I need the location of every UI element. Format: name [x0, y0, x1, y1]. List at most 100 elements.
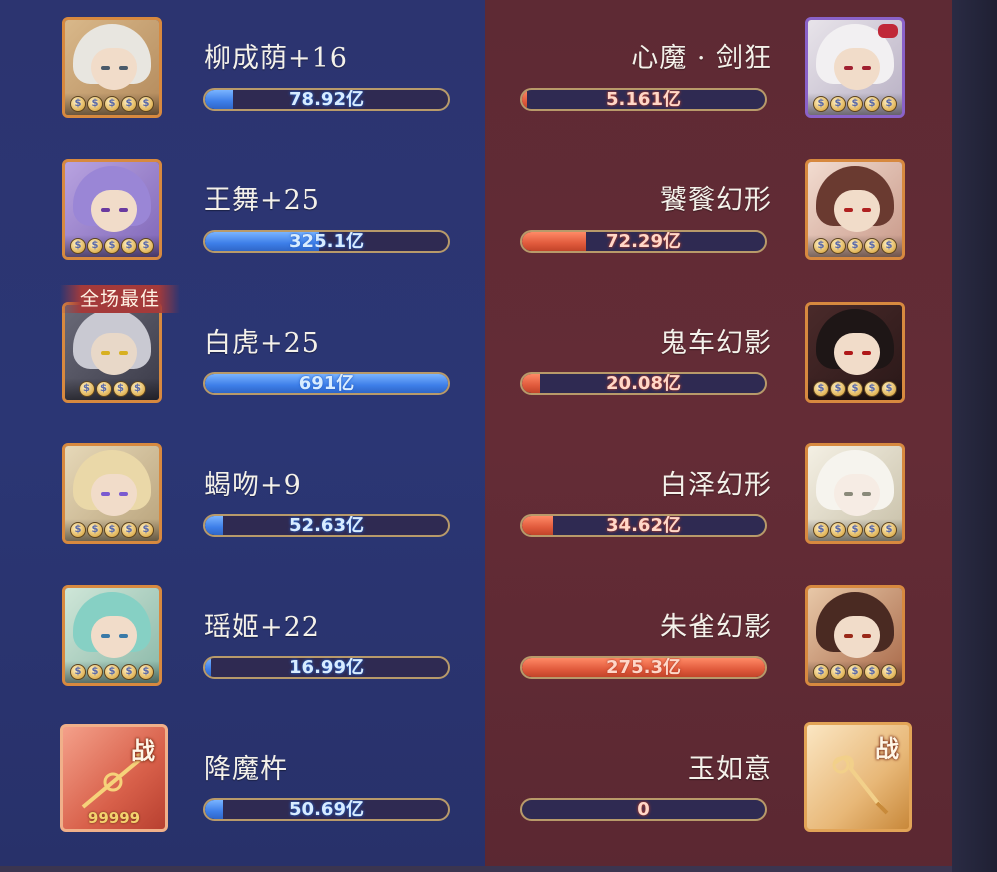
- mvp-badge: 全场最佳: [60, 285, 180, 313]
- star-icon: $: [813, 381, 829, 397]
- star-icon: $: [104, 664, 120, 680]
- damage-bar: 72.29亿: [520, 230, 767, 253]
- weapon-name: 降魔杵: [204, 754, 288, 785]
- damage-bar: 275.3亿: [520, 656, 767, 679]
- damage-value: 34.62亿: [606, 515, 681, 536]
- star-row: $ $ $ $ $: [65, 519, 159, 541]
- hero-name: 蝎吻+9: [204, 470, 302, 501]
- star-icon: $: [864, 522, 880, 538]
- damage-value: 52.63亿: [289, 515, 364, 536]
- star-icon: $: [881, 522, 897, 538]
- star-icon: $: [881, 381, 897, 397]
- star-icon: $: [70, 522, 86, 538]
- star-row: $ $ $ $ $: [65, 661, 159, 683]
- star-icon: $: [847, 96, 863, 112]
- star-icon: $: [70, 664, 86, 680]
- hero-portrait-left-3[interactable]: $ $ $ $ $: [62, 443, 162, 544]
- star-icon: $: [813, 238, 829, 254]
- damage-bar: 325.1亿: [203, 230, 450, 253]
- star-icon: $: [138, 238, 154, 254]
- enemy-name: 白泽幻形: [660, 470, 772, 501]
- star-row: $ $ $ $: [65, 378, 159, 400]
- star-icon: $: [70, 96, 86, 112]
- enemy-name: 饕餮幻形: [660, 185, 772, 216]
- star-icon: $: [138, 522, 154, 538]
- damage-value: 0: [637, 799, 650, 820]
- enemy-name: 朱雀幻影: [660, 612, 772, 643]
- star-icon: $: [95, 381, 112, 397]
- damage-value: 16.99亿: [289, 657, 364, 678]
- battle-badge: 战: [131, 736, 155, 765]
- hero-portrait-left-2[interactable]: $ $ $ $: [62, 302, 162, 403]
- hero-name: 瑶姬+22: [204, 612, 320, 643]
- damage-value: 691亿: [298, 373, 355, 394]
- enemy-portrait-0[interactable]: $ $ $ $ $: [805, 17, 905, 118]
- star-row: $ $ $ $ $: [65, 93, 159, 115]
- edge-strip: [952, 0, 997, 872]
- star-row: $ $ $ $ $: [808, 519, 902, 541]
- star-icon: $: [121, 238, 137, 254]
- damage-bar: 78.92亿: [203, 88, 450, 111]
- star-icon: $: [847, 238, 863, 254]
- flower-ornament: [878, 24, 898, 38]
- star-icon: $: [138, 96, 154, 112]
- star-icon: $: [104, 96, 120, 112]
- enemy-name: 鬼车幻影: [660, 328, 772, 359]
- battle-badge: 战: [875, 734, 899, 763]
- star-icon: $: [87, 238, 103, 254]
- star-row: $ $ $ $ $: [808, 378, 902, 400]
- enemy-portrait-2[interactable]: $ $ $ $ $: [805, 302, 905, 403]
- star-icon: $: [78, 381, 95, 397]
- hero-portrait-left-4[interactable]: $ $ $ $ $: [62, 585, 162, 686]
- star-icon: $: [112, 381, 129, 397]
- weapon-portrait-left[interactable]: 战 99999: [60, 724, 168, 832]
- bottom-divider: [0, 866, 952, 872]
- star-icon: $: [864, 238, 880, 254]
- star-icon: $: [121, 96, 137, 112]
- star-icon: $: [813, 664, 829, 680]
- damage-value: 275.3亿: [606, 657, 681, 678]
- enemy-portrait-3[interactable]: $ $ $ $ $: [805, 443, 905, 544]
- enemy-portrait-4[interactable]: $ $ $ $ $: [805, 585, 905, 686]
- damage-bar: 52.63亿: [203, 514, 450, 537]
- star-icon: $: [70, 238, 86, 254]
- damage-bar: 0: [520, 798, 767, 821]
- star-icon: $: [138, 664, 154, 680]
- enemy-portrait-1[interactable]: $ $ $ $ $: [805, 159, 905, 260]
- damage-bar: 34.62亿: [520, 514, 767, 537]
- star-icon: $: [847, 522, 863, 538]
- star-icon: $: [864, 381, 880, 397]
- star-row: $ $ $ $ $: [808, 93, 902, 115]
- star-icon: $: [830, 522, 846, 538]
- star-icon: $: [104, 238, 120, 254]
- star-icon: $: [864, 664, 880, 680]
- enemy-name: 心魔 · 剑狂: [631, 43, 772, 74]
- hero-name: 王舞+25: [204, 185, 320, 216]
- damage-bar: 20.08亿: [520, 372, 767, 395]
- hero-name: 柳成荫+16: [204, 43, 348, 74]
- star-icon: $: [881, 238, 897, 254]
- hero-portrait-left-1[interactable]: $ $ $ $ $: [62, 159, 162, 260]
- star-icon: $: [830, 381, 846, 397]
- star-icon: $: [121, 664, 137, 680]
- damage-bar: 5.161亿: [520, 88, 767, 111]
- damage-value: 50.69亿: [289, 799, 364, 820]
- star-icon: $: [830, 96, 846, 112]
- weapon-level: 99999: [87, 809, 141, 827]
- weapon-name: 玉如意: [688, 754, 772, 785]
- damage-value: 20.08亿: [606, 373, 681, 394]
- star-icon: $: [864, 96, 880, 112]
- star-icon: $: [830, 238, 846, 254]
- weapon-portrait-right[interactable]: 战: [804, 722, 912, 832]
- damage-value: 78.92亿: [289, 89, 364, 110]
- damage-bar: 691亿: [203, 372, 450, 395]
- hero-portrait-left-0[interactable]: $ $ $ $ $: [62, 17, 162, 118]
- star-icon: $: [104, 522, 120, 538]
- star-icon: $: [813, 96, 829, 112]
- star-icon: $: [121, 522, 137, 538]
- star-row: $ $ $ $ $: [808, 235, 902, 257]
- star-icon: $: [881, 96, 897, 112]
- star-icon: $: [129, 381, 146, 397]
- star-icon: $: [87, 522, 103, 538]
- star-icon: $: [87, 664, 103, 680]
